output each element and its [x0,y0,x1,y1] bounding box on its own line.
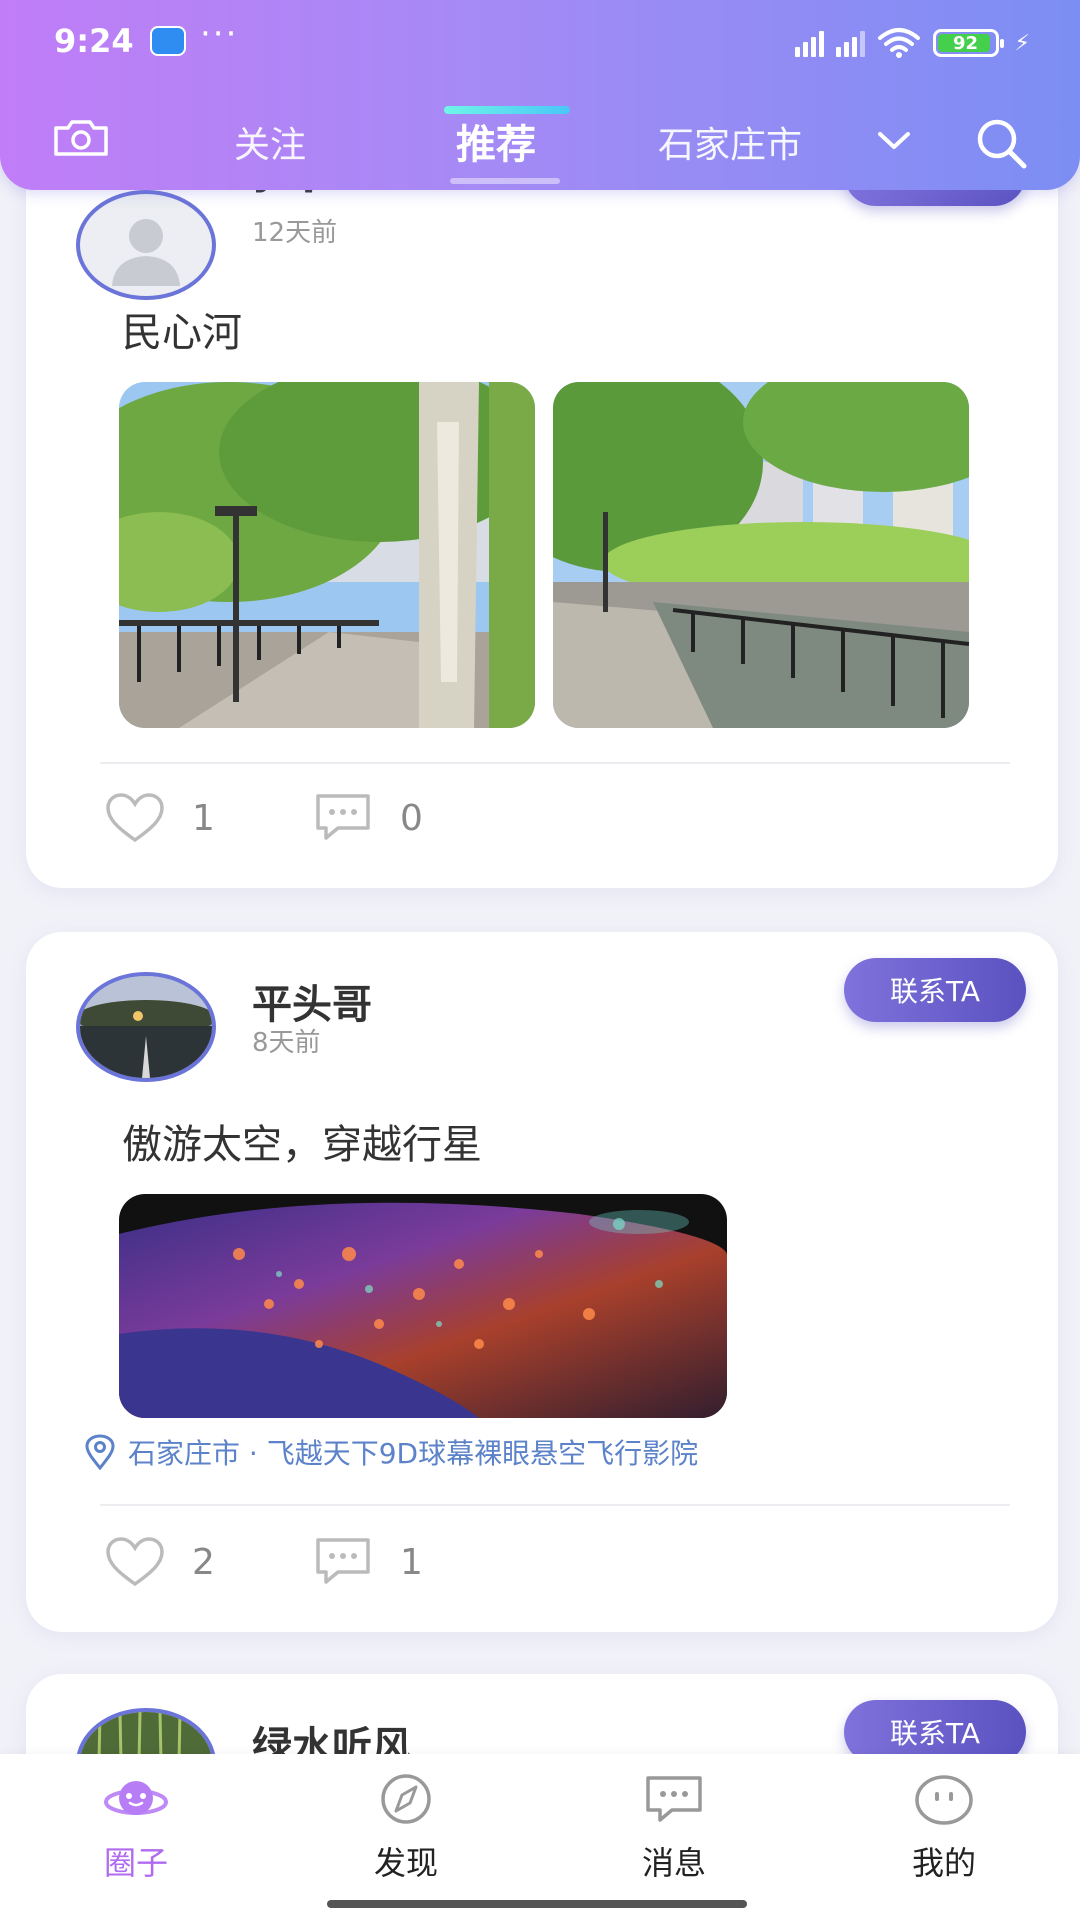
search-icon[interactable] [972,114,1032,174]
post-photo[interactable] [119,382,535,728]
top-nav: 关注 推荐 石家庄市 [0,100,1080,184]
tab-label: 发现 [373,1844,438,1882]
wifi-icon [877,28,920,58]
tab-circle[interactable]: 圈子 [66,1772,206,1884]
active-tab-underline [450,178,560,184]
battery-icon: 92 [932,29,1004,57]
signal-icon [794,29,824,57]
compass-icon [381,1774,431,1824]
tab-discover[interactable]: 发现 [336,1772,476,1884]
tab-label: 圈子 [103,1844,168,1882]
comment-action[interactable]: 0 [312,792,423,844]
tab-label: 消息 [641,1844,706,1882]
heart-icon [106,1537,164,1587]
post-photo[interactable] [119,1194,727,1418]
tab-mine[interactable]: 我的 [874,1772,1014,1884]
status-time: 9:24 [54,22,134,60]
heart-icon [106,793,164,843]
status-bar: 9:24 ··· 92 ⚡ [0,0,1080,86]
avatar[interactable] [76,972,216,1082]
tab-messages[interactable]: 消息 [604,1772,744,1884]
home-indicator[interactable] [327,1900,747,1908]
like-action[interactable]: 2 [104,1536,215,1588]
location[interactable]: 石家庄市 · 飞越天下9D球幕裸眼悬空飞行影院 [84,1432,698,1472]
location-text: 石家庄市 · 飞越天下9D球幕裸眼悬空飞行影院 [128,1437,699,1470]
top-header: 9:24 ··· 92 ⚡ 关注 推荐 石家庄市 [0,0,1080,190]
divider [100,762,1010,764]
charging-icon: ⚡ [1014,30,1030,56]
post-photo[interactable] [553,382,969,728]
tab-follow[interactable]: 关注 [234,116,306,168]
more-notifications-icon: ··· [200,14,239,54]
like-action[interactable]: 1 [104,792,215,844]
post-text: 民心河 [122,310,242,356]
tab-label: 我的 [911,1844,976,1882]
comment-icon [316,794,370,840]
post-time: 8天前 [252,1028,321,1058]
app-notification-icon [150,26,186,56]
status-icons: 92 ⚡ [794,26,1030,60]
divider [100,1504,1010,1506]
chevron-down-icon[interactable] [874,120,914,160]
camera-icon[interactable] [52,118,110,158]
like-count: 2 [192,1541,215,1583]
planet-icon [104,1781,168,1815]
comment-action[interactable]: 1 [312,1536,423,1588]
signal-icon [835,29,865,57]
space-theater-photo [119,1194,727,1418]
message-icon [646,1776,702,1822]
battery-level: 92 [953,32,979,54]
default-avatar-icon [112,219,180,286]
avatar[interactable] [76,190,216,300]
post-text: 傲游太空，穿越行星 [122,1122,482,1168]
comment-icon [316,1538,370,1584]
comment-count: 1 [400,1541,423,1583]
post-card[interactable]: ycpL4 12天前 民心河 [26,100,1058,888]
profile-face-icon [915,1775,973,1825]
river-path-photo [119,382,535,728]
post-card[interactable]: 平头哥 8天前 联系TA 傲游太空，穿越行星 石家庄市 · 飞越天下9D球幕裸眼… [26,932,1058,1632]
location-pin-icon [85,1434,115,1470]
tab-city[interactable]: 石家庄市 [658,116,802,168]
river-railing-photo [553,382,969,728]
bottom-tab-bar: 圈子 发现 消息 我的 [0,1754,1080,1920]
avatar-image [80,976,212,1078]
tab-recommend[interactable]: 推荐 [456,112,536,170]
comment-count: 0 [400,797,423,839]
contact-button[interactable]: 联系TA [844,958,1026,1022]
post-time: 12天前 [252,218,338,248]
like-count: 1 [192,797,215,839]
